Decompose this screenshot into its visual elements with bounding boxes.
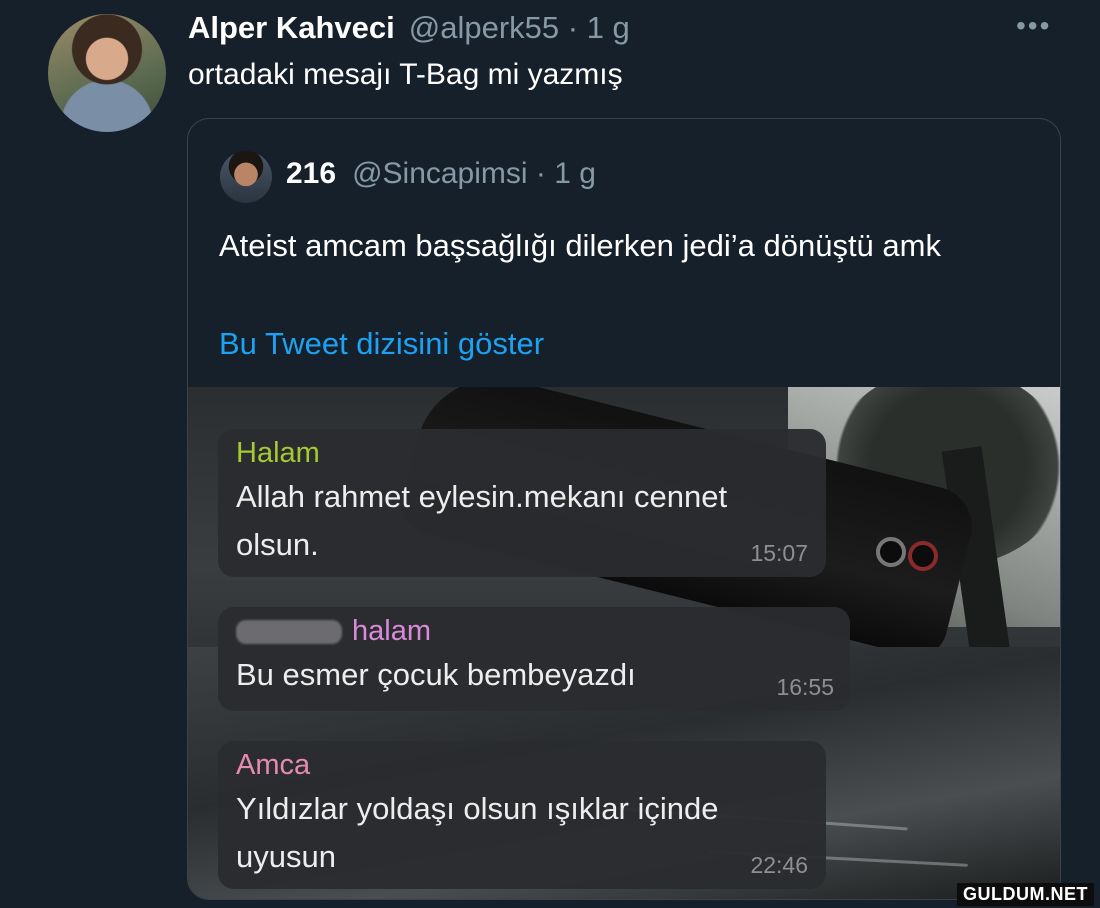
quoted-text: Ateist amcam başsağlığı dilerken jedi’a …	[219, 228, 941, 263]
message-sender: Halam	[236, 437, 320, 469]
message-sender-row: halam	[236, 615, 431, 648]
author-name[interactable]: Alper Kahveci	[188, 10, 395, 46]
more-options-icon[interactable]: •••	[1016, 10, 1051, 42]
watermark: GULDUM.NET	[957, 883, 1094, 906]
message-time: 16:55	[776, 674, 834, 700]
avatar[interactable]	[48, 14, 166, 132]
message-time: 15:07	[750, 540, 808, 566]
author-handle[interactable]: @alperk55 · 1 g	[409, 10, 630, 46]
quoted-avatar[interactable]	[220, 151, 272, 203]
car-tail-light	[908, 541, 938, 571]
show-thread-link[interactable]: Bu Tweet dizisini göster	[219, 326, 544, 362]
chat-message: Halam Allah rahmet eylesin.mekanı cennet…	[218, 429, 826, 577]
message-sender: Amca	[236, 749, 311, 781]
car-tail-light	[876, 537, 906, 567]
quoted-author-name[interactable]: 216	[286, 157, 336, 191]
quoted-tweet[interactable]: 216 @Sincapimsi · 1 g Ateist amcam başsa…	[187, 118, 1061, 900]
quoted-header: 216 @Sincapimsi · 1 g	[286, 157, 596, 191]
tweet-header: Alper Kahveci @alperk55 · 1 g	[188, 10, 630, 50]
redacted-name	[236, 620, 342, 645]
quoted-author-handle[interactable]: @Sincapimsi · 1 g	[352, 157, 596, 191]
chat-message: halam Bu esmer çocuk bembeyazdı 16:55	[218, 607, 850, 711]
message-text: Allah rahmet eylesin.mekanı cennet olsun…	[236, 479, 728, 562]
message-sender: halam	[352, 615, 431, 647]
message-text: Bu esmer çocuk bembeyazdı	[236, 657, 636, 692]
message-time: 22:46	[750, 852, 808, 878]
tweet-text: ortadaki mesajı T-Bag mi yazmış	[188, 58, 623, 91]
chat-screenshot-image[interactable]: Halam Allah rahmet eylesin.mekanı cennet…	[188, 387, 1060, 899]
message-text: Yıldızlar yoldaşı olsun ışıklar içinde u…	[236, 791, 719, 874]
chat-message: Amca Yıldızlar yoldaşı olsun ışıklar içi…	[218, 741, 826, 889]
